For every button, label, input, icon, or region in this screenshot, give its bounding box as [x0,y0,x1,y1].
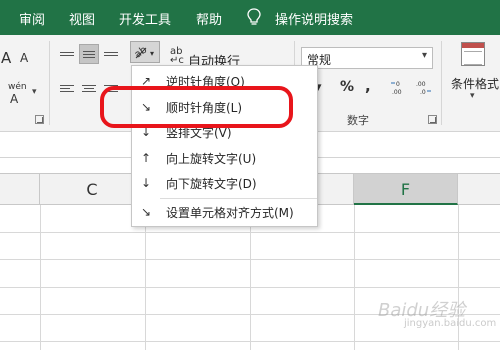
number-dialog-launcher[interactable] [428,115,437,124]
svg-text:▾: ▾ [150,49,154,58]
rotate-text-down-icon: ↓ [140,176,152,190]
rotate-text-up-icon: ↑ [140,151,152,165]
grid-line [354,205,355,350]
menu-separator [160,198,317,199]
chevron-down-icon: ▾ [421,50,427,61]
decrease-font-size-button[interactable]: A [20,51,28,65]
svg-text:.00: .00 [416,81,426,88]
percent-style-button[interactable]: % [340,79,354,95]
menu-item-label: 向上旋转文字(U) [166,152,257,166]
bottom-align-button[interactable] [101,44,121,64]
top-align-button[interactable] [57,44,77,64]
align-left-button[interactable] [57,78,77,98]
column-header[interactable] [0,174,40,205]
chevron-down-icon: ▾ [470,91,475,101]
ribbon-separator [441,41,442,125]
lightbulb-icon[interactable] [247,8,261,26]
grid-line [0,341,500,342]
grid-line [0,232,500,233]
menu-item-rotate-up[interactable]: ↑ 向上旋转文字(U) [132,146,317,171]
orientation-icon: ab ▾ [133,44,154,60]
number-group-label: 数字 [347,114,369,127]
conditional-formatting-button[interactable]: 条件格式 [451,75,499,92]
tell-me-search[interactable]: 操作说明搜索 [275,9,353,28]
grid-line [0,259,500,260]
increase-decimal-icon[interactable]: 0 .00 [390,79,408,95]
comma-style-button[interactable]: , [365,77,371,95]
svg-text:.0: .0 [420,89,426,95]
ribbon-tab-bar: 审阅 视图 开发工具 帮助 操作说明搜索 [0,0,500,35]
phonetic-a-glyph: A [10,92,19,106]
ribbon-separator [49,41,50,125]
grid-line [40,205,41,350]
conditional-formatting-icon[interactable] [461,42,485,66]
orientation-button[interactable]: ab ▾ [130,41,160,63]
column-header-f[interactable]: F [354,174,458,205]
chevron-down-icon[interactable]: ▾ [32,87,37,97]
number-format-select[interactable]: 常规 ▾ [301,47,433,69]
column-header-g[interactable] [458,174,500,205]
menu-item-rotate-down[interactable]: ↓ 向下旋转文字(D) [132,171,317,196]
font-dialog-launcher[interactable] [35,115,44,124]
tab-help[interactable]: 帮助 [196,9,222,28]
tab-review[interactable]: 审阅 [19,9,45,28]
wrap-text-icon: ab ↵c [170,46,184,66]
column-header-c[interactable]: C [40,174,145,205]
svg-text:.00: .00 [392,89,402,95]
menu-item-format-alignment[interactable]: ↘ 设置单元格对齐方式(M) [132,200,317,225]
middle-align-button[interactable] [79,44,99,64]
highlight-annotation [100,86,293,128]
phonetic-guide-button[interactable]: wén [8,82,27,92]
menu-item-label: 向下旋转文字(D) [166,177,257,191]
svg-text:0: 0 [396,81,400,88]
menu-item-label: 设置单元格对齐方式(M) [166,206,294,220]
decrease-decimal-icon[interactable]: .00 .0 [414,79,432,95]
tab-developer[interactable]: 开发工具 [119,9,171,28]
increase-font-size-button[interactable]: A [1,49,11,67]
grid-line [0,287,500,288]
watermark-url: jingyan.baidu.com [404,318,497,329]
format-cell-alignment-icon: ↘ [140,205,152,219]
center-button[interactable] [79,78,99,98]
tab-view[interactable]: 视图 [69,9,95,28]
